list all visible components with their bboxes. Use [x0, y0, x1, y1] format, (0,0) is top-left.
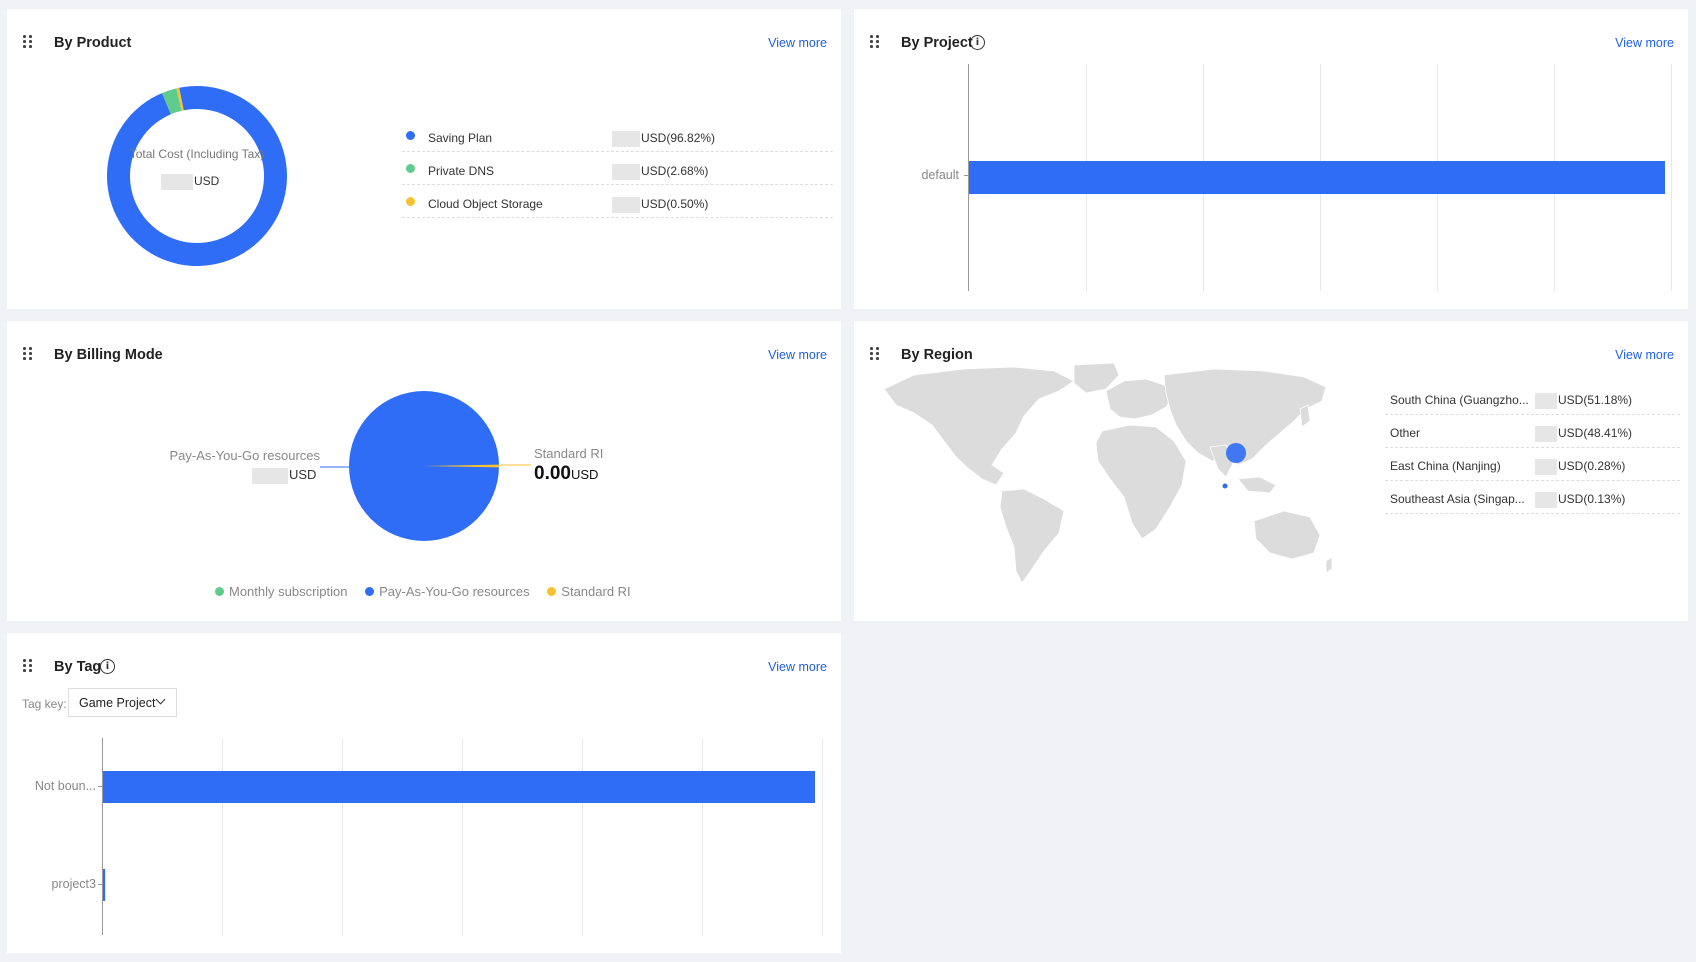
legend-value: USD(0.50%) [612, 197, 708, 213]
region-item: East China (Nanjing) USD(0.28%) [1385, 448, 1680, 481]
region-item: Southeast Asia (Singap... USD(0.13%) [1385, 481, 1680, 514]
by-billing-mode-card: By Billing Mode View more Pay-As-You-Go … [7, 321, 841, 621]
billing-legend: Monthly subscription Pay-As-You-Go resou… [215, 584, 631, 599]
legend-label: Cloud Object Storage [428, 197, 543, 211]
legend-item[interactable]: Standard RI [547, 584, 631, 599]
card-title: By Product [54, 35, 132, 51]
region-marker-guangzhou[interactable] [1226, 443, 1246, 463]
legend-item: Private DNS USD(2.68%) [402, 152, 833, 185]
right-callout-label: Standard RI [534, 446, 604, 461]
by-product-card: By Product View more Total Cost (Includi… [7, 9, 841, 309]
drag-handle-icon[interactable] [23, 35, 33, 49]
y-tick-label: default [921, 168, 959, 182]
bar-not-bound[interactable] [103, 771, 815, 803]
y-tick-label: project3 [51, 877, 96, 891]
legend-dot-icon [406, 131, 415, 140]
region-item: South China (Guangzho... USD(51.18%) [1385, 382, 1680, 415]
legend-dot-icon [406, 164, 415, 173]
region-marker-singapore[interactable] [1222, 483, 1228, 489]
region-value: USD(48.41%) [1535, 426, 1632, 442]
bar-default[interactable] [969, 161, 1665, 194]
legend-item[interactable]: Pay-As-You-Go resources [365, 584, 530, 599]
legend-dot-icon [406, 197, 415, 206]
bar-project3[interactable] [103, 869, 106, 901]
region-label: Southeast Asia (Singap... [1390, 492, 1525, 506]
legend-item: Cloud Object Storage USD(0.50%) [402, 185, 833, 218]
world-map [883, 362, 1333, 584]
legend-dot-icon [365, 587, 375, 596]
legend-item: Saving Plan USD(96.82%) [402, 119, 833, 152]
legend-value: USD(96.82%) [612, 131, 715, 147]
view-more-link[interactable]: View more [1615, 348, 1674, 362]
donut-center-label: Total Cost (Including Tax) [129, 147, 265, 161]
region-value: USD(0.13%) [1535, 492, 1625, 508]
legend-value: USD(2.68%) [612, 164, 708, 180]
billing-pie-chart [320, 391, 531, 541]
drag-handle-icon[interactable] [870, 347, 880, 361]
left-callout-label: Pay-As-You-Go resources [169, 448, 320, 463]
donut-center-value: USD [161, 174, 219, 190]
legend-item[interactable]: Monthly subscription [215, 584, 348, 599]
legend-dot-icon [547, 587, 557, 596]
region-value: USD(51.18%) [1535, 393, 1632, 409]
region-label: East China (Nanjing) [1390, 459, 1501, 473]
right-callout-value: 0.00USD [534, 463, 599, 484]
legend-dot-icon [215, 587, 224, 596]
y-tick-label: Not boun... [34, 779, 96, 793]
masked-value [161, 174, 193, 190]
legend-label: Private DNS [428, 164, 495, 178]
by-tag-card: By Tag i View more Tag key: Game Project… [7, 633, 841, 953]
view-more-link[interactable]: View more [768, 36, 827, 50]
region-label: Other [1390, 426, 1421, 440]
legend-label: Saving Plan [428, 131, 493, 145]
project-bar-chart [964, 64, 1672, 291]
left-callout-value: USD [252, 467, 316, 484]
region-label: South China (Guangzho... [1390, 393, 1529, 407]
region-value: USD(0.28%) [1535, 459, 1625, 475]
by-project-card: By Project i View more default [854, 9, 1688, 309]
by-region-card: By Region View more South China (Guangzh… [854, 321, 1688, 621]
region-item: Other USD(48.41%) [1385, 415, 1680, 448]
tag-bar-chart [98, 738, 823, 935]
